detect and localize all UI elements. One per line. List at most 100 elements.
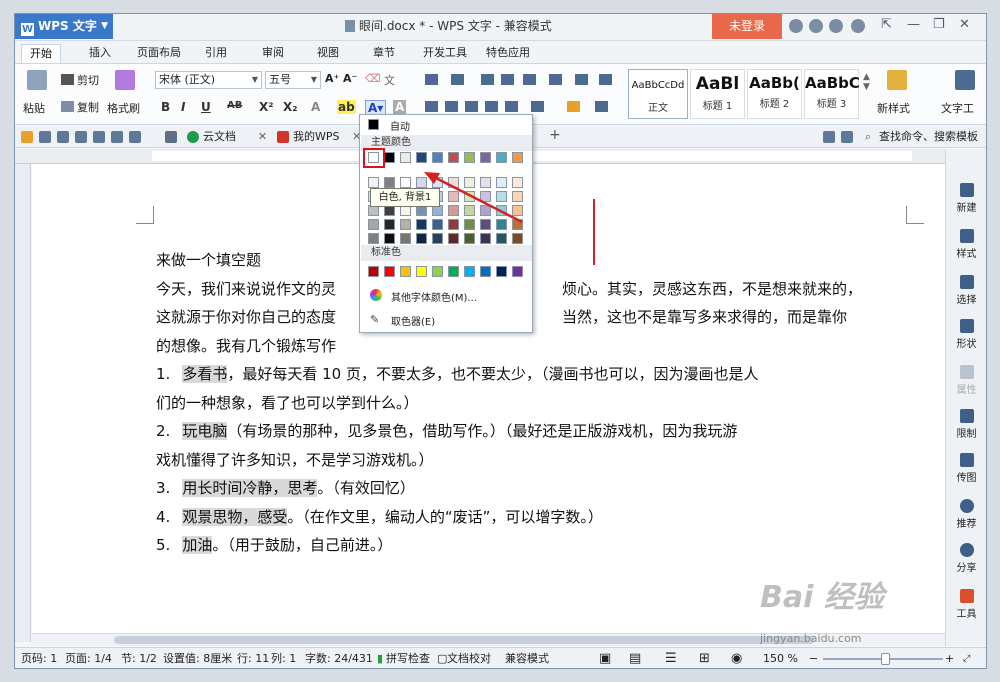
text-tools-icon[interactable]: [955, 70, 975, 90]
theme-color-swatch[interactable]: [480, 233, 491, 244]
standard-color-swatch[interactable]: [512, 266, 523, 277]
theme-color-swatch[interactable]: [416, 219, 427, 230]
style-heading-2[interactable]: AaBb(标题 2: [747, 69, 802, 119]
close-icon[interactable]: ✕: [959, 17, 970, 32]
login-button[interactable]: 未登录: [712, 14, 782, 39]
standard-color-swatch[interactable]: [448, 266, 459, 277]
page-view-icon[interactable]: ▤: [629, 648, 641, 668]
styles-scroll-icon[interactable]: ▲ ▼: [863, 72, 870, 92]
text-tools-button[interactable]: 文字工: [941, 100, 974, 116]
zoom-slider-thumb[interactable]: [881, 653, 890, 665]
clear-format-icon[interactable]: ⌫: [365, 72, 381, 85]
account-icon[interactable]: [829, 19, 843, 33]
theme-color-swatch[interactable]: [480, 152, 491, 163]
document-line[interactable]: 的想像。我有几个锻炼写作: [156, 332, 906, 361]
eye-protect-icon[interactable]: ◉: [731, 648, 742, 668]
theme-color-swatch[interactable]: [480, 191, 491, 202]
sort-icon[interactable]: [549, 74, 562, 85]
document-line[interactable]: 1. 多看书，最好每天看 10 页，不要太多，也不要太少，（漫画书也可以，因为漫画…: [156, 360, 906, 389]
redo-icon[interactable]: [129, 131, 141, 143]
document-line[interactable]: 们的一种想象，看了也可以学到什么。）: [156, 389, 906, 418]
status-word-count[interactable]: 字数: 24/431: [305, 648, 373, 668]
sidebar-item-properties[interactable]: 属性: [946, 365, 986, 396]
tab-home[interactable]: 开始: [21, 44, 61, 63]
sidebar-item-upload[interactable]: 传图: [946, 453, 986, 484]
theme-color-swatch[interactable]: [368, 177, 379, 188]
text-effect-icon[interactable]: A: [311, 100, 320, 114]
theme-color-swatch[interactable]: [416, 233, 427, 244]
tab-chapter[interactable]: 章节: [373, 44, 395, 63]
undo-icon[interactable]: [111, 131, 123, 143]
superscript-icon[interactable]: X²: [259, 100, 274, 114]
theme-color-swatch[interactable]: [512, 152, 523, 163]
tab-insert[interactable]: 插入: [89, 44, 111, 63]
style-heading-3[interactable]: AaBbC 标题 3: [804, 69, 860, 119]
theme-color-swatch[interactable]: [448, 152, 459, 163]
shading-icon[interactable]: [567, 101, 580, 112]
theme-color-swatch[interactable]: [512, 177, 523, 188]
message-icon[interactable]: [823, 131, 835, 143]
theme-color-swatch[interactable]: [464, 233, 475, 244]
theme-color-swatch[interactable]: [448, 233, 459, 244]
tab-review[interactable]: 审阅: [262, 44, 284, 63]
export-pdf-icon[interactable]: [57, 131, 69, 143]
standard-color-swatch[interactable]: [432, 266, 443, 277]
theme-color-swatch[interactable]: [432, 233, 443, 244]
theme-color-swatch[interactable]: [384, 152, 395, 163]
theme-color-swatch[interactable]: [448, 219, 459, 230]
help-icon[interactable]: [851, 19, 865, 33]
fit-window-icon[interactable]: ⤢: [963, 648, 970, 668]
tab-special[interactable]: 特色应用: [486, 44, 530, 63]
tab-page-layout[interactable]: 页面布局: [137, 44, 181, 63]
auto-color-option[interactable]: 自动: [390, 118, 410, 133]
document-line[interactable]: 4. 观景思物，感受。（在作文里，编动人的“废话”，可以增字数。）: [156, 503, 906, 532]
minimize-icon[interactable]: —: [907, 17, 920, 32]
bullet-list-icon[interactable]: [425, 74, 438, 85]
sidebar-item-share[interactable]: 分享: [946, 543, 986, 574]
numbered-list-icon[interactable]: [451, 74, 464, 85]
format-painter-icon[interactable]: [115, 70, 135, 90]
standard-color-swatch[interactable]: [400, 266, 411, 277]
border-icon[interactable]: [595, 101, 608, 112]
standard-color-swatch[interactable]: [496, 266, 507, 277]
distribute-icon[interactable]: [505, 101, 518, 112]
standard-color-swatch[interactable]: [464, 266, 475, 277]
theme-color-swatch[interactable]: [512, 233, 523, 244]
theme-color-swatch[interactable]: [480, 177, 491, 188]
theme-color-swatch[interactable]: [448, 177, 459, 188]
paste-button[interactable]: 粘贴: [23, 100, 45, 116]
theme-color-swatch[interactable]: [432, 152, 443, 163]
restore-ribbon-icon[interactable]: ⇱: [881, 17, 892, 32]
print-preview-icon[interactable]: [93, 131, 105, 143]
theme-color-swatch[interactable]: [416, 152, 427, 163]
theme-color-swatch[interactable]: [400, 152, 411, 163]
fullscreen-view-icon[interactable]: ▣: [599, 648, 611, 668]
sidebar-item-new[interactable]: 新建: [946, 183, 986, 214]
theme-color-swatch[interactable]: [496, 219, 507, 230]
doc-proofread-button[interactable]: 文档校对: [447, 648, 491, 668]
theme-color-swatch[interactable]: [400, 177, 411, 188]
spell-check-toggle[interactable]: 拼写检查: [386, 648, 430, 668]
sidebar-item-style[interactable]: 样式: [946, 229, 986, 260]
theme-color-swatch[interactable]: [464, 177, 475, 188]
theme-color-swatch[interactable]: [368, 219, 379, 230]
skin-icon[interactable]: [789, 19, 803, 33]
standard-color-swatch[interactable]: [480, 266, 491, 277]
theme-color-swatch[interactable]: [464, 152, 475, 163]
save-icon[interactable]: [39, 131, 51, 143]
settings-icon[interactable]: [809, 19, 823, 33]
outline-view-icon[interactable]: ☰: [665, 648, 677, 668]
bold-icon[interactable]: B: [161, 100, 170, 114]
document-line[interactable]: 5. 加油。（用于鼓励，自己前进。）: [156, 531, 906, 560]
status-page-code[interactable]: 页码: 1: [21, 648, 57, 668]
copy-icon[interactable]: [61, 101, 74, 112]
maximize-icon[interactable]: ❐: [933, 17, 945, 32]
theme-color-swatch[interactable]: [496, 152, 507, 163]
sidebar-item-shape[interactable]: 形状: [946, 319, 986, 350]
close-icon[interactable]: ✕: [258, 129, 267, 145]
new-style-icon[interactable]: [887, 70, 907, 90]
theme-color-swatch[interactable]: [384, 177, 395, 188]
scissors-icon[interactable]: [61, 74, 74, 85]
flag-icon[interactable]: [841, 131, 853, 143]
tab-my-wps[interactable]: 我的WPS: [293, 129, 340, 145]
